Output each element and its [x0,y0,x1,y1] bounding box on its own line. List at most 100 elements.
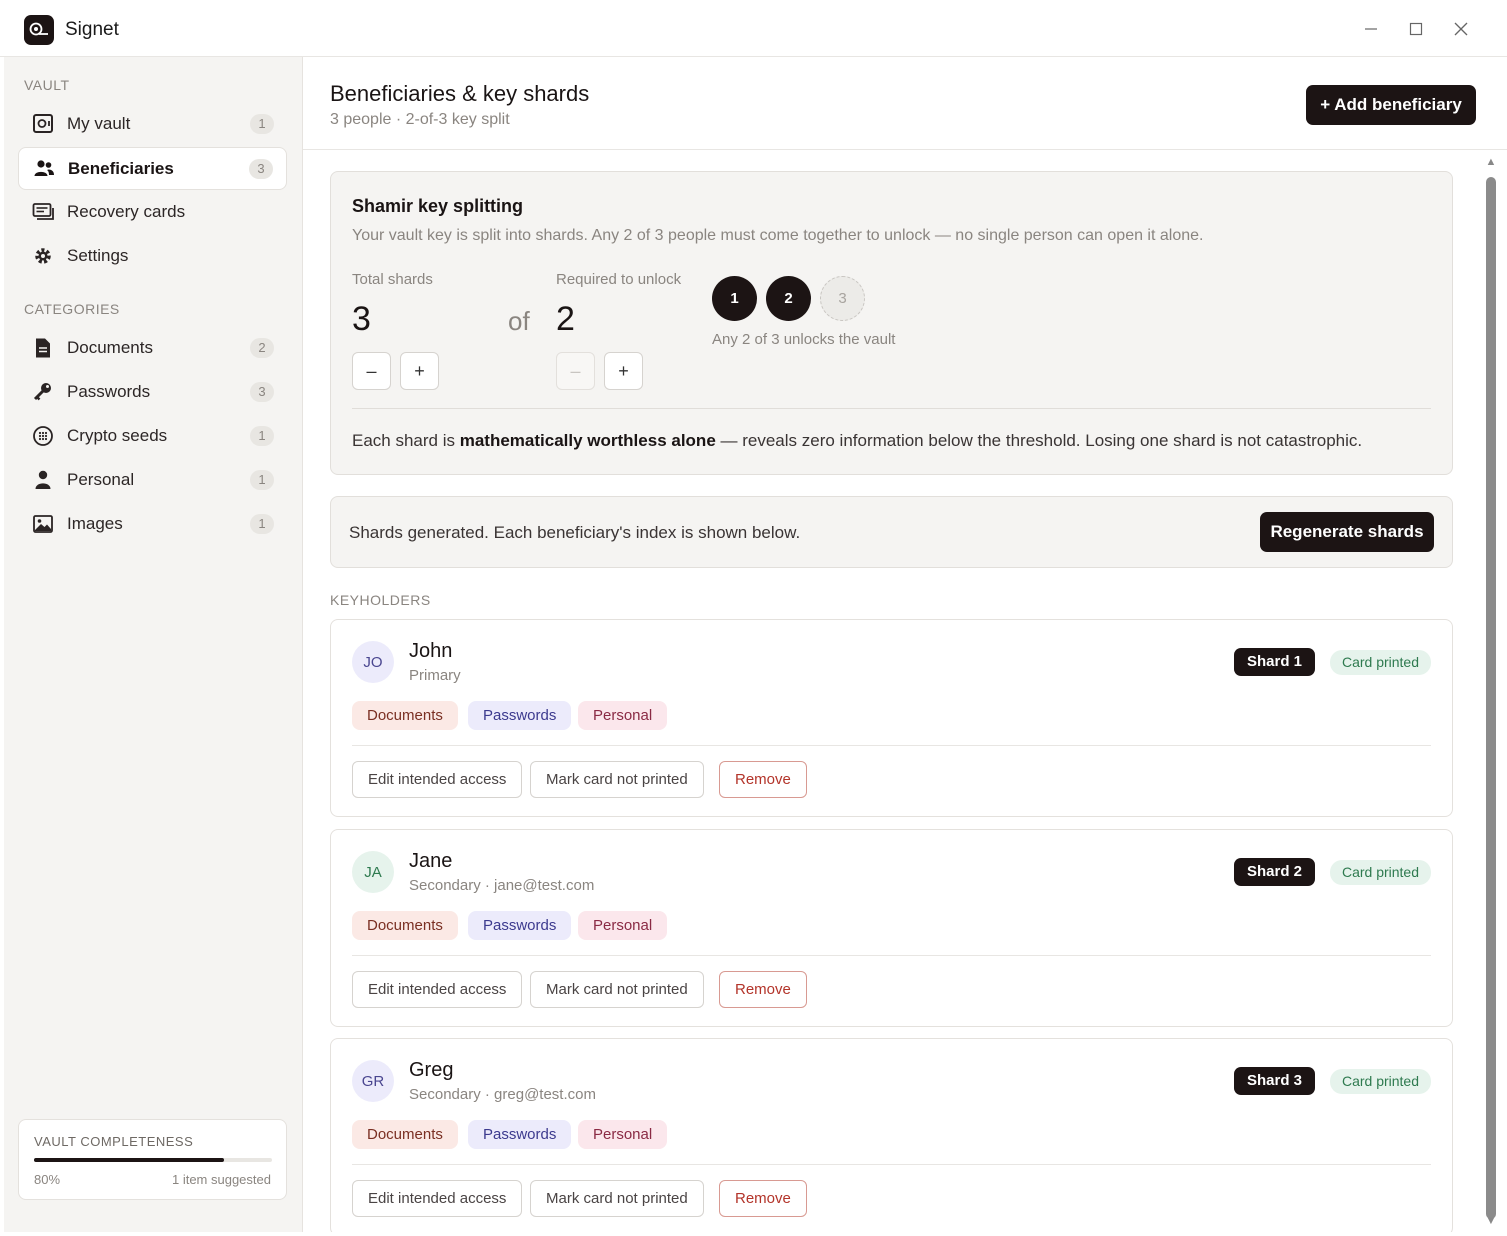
completeness-label: VAULT COMPLETENESS [34,1134,194,1149]
count-badge: 1 [250,470,274,490]
count-badge: 3 [249,159,273,179]
completeness-percent: 80% [34,1172,61,1187]
sidebar-item-recovery-cards[interactable]: Recovery cards [18,191,287,234]
mark-not-printed-button[interactable]: Mark card not printed [530,971,704,1008]
remove-button[interactable]: Remove [719,1180,807,1217]
sidebar-item-label: Personal [67,470,135,489]
count-badge: 3 [250,382,274,402]
count-badge: 2 [250,338,274,358]
edit-access-button[interactable]: Edit intended access [352,761,523,798]
gear-icon [32,245,54,267]
total-shards-value: 3 [352,300,371,338]
required-value: 2 [556,300,575,338]
required-decrement-button[interactable]: – [556,352,595,390]
scrollbar[interactable]: ▲ ▼ [1483,150,1499,1232]
status-badge: Card printed [1329,1069,1431,1094]
person-icon [32,469,54,491]
close-icon[interactable] [1448,16,1474,42]
regenerate-shards-button[interactable]: Regenerate shards [1260,512,1434,552]
shard-badge: Shard 3 [1233,1067,1315,1095]
key-icon [32,381,54,403]
sidebar-item-label: Crypto seeds [67,426,168,445]
keyholders-label: KEYHOLDERS [330,592,431,608]
shamir-note: Each shard is mathematically worthless a… [352,431,1363,450]
shard-dot-3: 3 [820,276,865,321]
total-shards-label: Total shards [352,271,433,288]
sidebar-item-personal[interactable]: Personal 1 [18,459,287,502]
access-tag-passwords: Passwords [468,1120,572,1149]
sidebar-item-crypto-seeds[interactable]: Crypto seeds 1 [18,415,287,458]
avatar: JO [352,641,394,683]
maximize-icon[interactable] [1403,16,1429,42]
app-title: Signet [65,19,119,40]
edit-access-button[interactable]: Edit intended access [352,1180,523,1217]
vault-completeness-card: VAULT COMPLETENESS 80% 1 item suggested [18,1119,287,1200]
shamir-note-emphasis: mathematically worthless alone [459,431,716,450]
divider [352,745,1431,746]
mark-not-printed-button[interactable]: Mark card not printed [530,761,704,798]
status-badge: Card printed [1329,650,1431,675]
keyholder-card-jane: JA Jane Secondary · jane@test.com Shard … [330,829,1453,1027]
shard-badge: Shard 1 [1233,648,1315,676]
page-title: Beneficiaries & key shards [330,81,590,106]
sidebar-item-label: Settings [67,246,129,265]
keyholder-name: John [409,640,453,662]
scroll-thumb[interactable] [1486,177,1496,1219]
access-tag-documents: Documents [352,1120,458,1149]
count-badge: 1 [250,426,274,446]
grid-circle-icon [32,425,54,447]
required-label: Required to unlock [556,271,682,288]
sidebar: VAULT My vault 1 Beneficiaries 3 Recover… [4,57,303,1232]
remove-button[interactable]: Remove [719,761,807,798]
total-increment-button[interactable]: + [400,352,439,390]
status-badge: Card printed [1329,860,1431,885]
sidebar-item-passwords[interactable]: Passwords 3 [18,371,287,414]
title-bar: Signet [0,0,1507,57]
shamir-card: Shamir key splitting Your vault key is s… [330,171,1453,475]
shards-generated-banner: Shards generated. Each beneficiary's ind… [330,496,1453,568]
access-tag-documents: Documents [352,701,458,730]
sidebar-item-beneficiaries[interactable]: Beneficiaries 3 [18,147,287,190]
shamir-title: Shamir key splitting [352,196,524,216]
main-header: Beneficiaries & key shards 3 people · 2-… [303,57,1507,150]
sidebar-item-settings[interactable]: Settings [18,235,287,278]
access-tag-passwords: Passwords [468,701,572,730]
minimize-icon[interactable] [1358,16,1384,42]
of-separator: of [508,306,530,336]
access-tag-documents: Documents [352,911,458,940]
safe-icon [32,113,54,135]
categories-section-label: CATEGORIES [24,301,120,317]
mark-not-printed-button[interactable]: Mark card not printed [530,1180,704,1217]
sidebar-item-my-vault[interactable]: My vault 1 [18,103,287,146]
keyholder-card-john: JO John Primary Shard 1 Card printed Doc… [330,619,1453,817]
access-tag-personal: Personal [578,701,668,730]
completeness-suggested: 1 item suggested [171,1172,271,1187]
add-beneficiary-button[interactable]: + Add beneficiary [1306,85,1476,125]
avatar: GR [352,1060,394,1102]
shamir-description: Your vault key is split into shards. Any… [352,227,1204,244]
scroll-up-icon[interactable]: ▲ [1485,156,1497,168]
count-badge: 1 [250,114,274,134]
divider [352,1164,1431,1165]
app-logo-icon [24,15,54,45]
sidebar-item-label: Beneficiaries [68,159,174,178]
scroll-down-icon[interactable]: ▼ [1485,1215,1497,1227]
sidebar-item-documents[interactable]: Documents 2 [18,327,287,370]
access-tag-passwords: Passwords [468,911,572,940]
sidebar-item-label: Recovery cards [67,202,186,221]
edit-access-button[interactable]: Edit intended access [352,971,523,1008]
image-icon [32,513,54,535]
total-decrement-button[interactable]: – [352,352,391,390]
remove-button[interactable]: Remove [719,971,807,1008]
shard-dot-1: 1 [712,276,757,321]
cards-icon [32,201,54,223]
sidebar-item-label: Images [67,514,123,533]
shards-generated-text: Shards generated. Each beneficiary's ind… [349,523,801,542]
sidebar-item-images[interactable]: Images 1 [18,503,287,546]
avatar: JA [352,851,394,893]
main-content: Shamir key splitting Your vault key is s… [303,150,1483,1232]
count-badge: 1 [250,514,274,534]
dots-caption: Any 2 of 3 unlocks the vault [712,331,896,348]
required-increment-button[interactable]: + [604,352,643,390]
access-tag-personal: Personal [578,1120,668,1149]
